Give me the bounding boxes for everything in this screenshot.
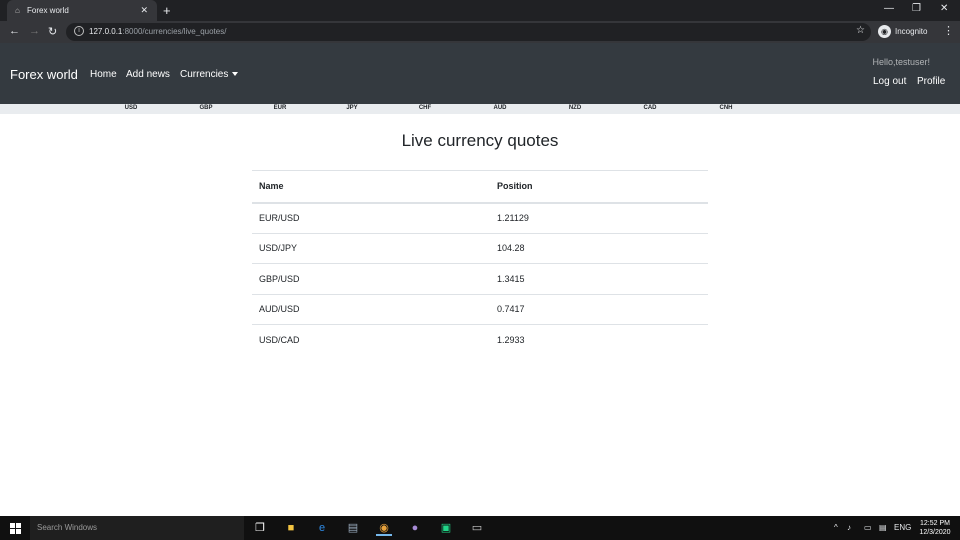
taskbar-search-placeholder: Search Windows [37, 523, 98, 532]
currency-nzd[interactable]: NZD [569, 105, 581, 111]
pair-position: 1.21129 [490, 202, 708, 234]
quotes-table: Name Position EUR/USD 1.21129 USD/JPY 10… [252, 170, 708, 355]
internet-explorer-icon[interactable]: e [314, 520, 330, 536]
page-favicon-icon: ⌂ [15, 6, 20, 15]
address-url[interactable]: 127.0.0.1:8000/currencies/live_quotes/ [89, 27, 226, 36]
incognito-icon: ◉ [878, 25, 891, 38]
nav-home[interactable]: Home [90, 69, 117, 80]
notepad-icon[interactable]: ▤ [345, 520, 361, 536]
currency-eur[interactable]: EUR [274, 105, 287, 111]
browser-titlebar: ⌂ Forex world ✕ + — ❐ ✕ [0, 0, 960, 21]
column-header-name: Name [252, 170, 490, 204]
taskbar-search[interactable]: Search Windows [30, 516, 244, 540]
pair-position: 1.3415 [490, 263, 708, 295]
new-tab-button[interactable]: + [163, 3, 171, 18]
tab-close-icon[interactable]: ✕ [140, 5, 148, 16]
task-view-icon[interactable]: ❐ [252, 520, 268, 536]
taskbar-clock[interactable]: 12:52 PM 12/3/2020 [914, 519, 956, 537]
table-row: EUR/USD 1.21129 [252, 202, 708, 234]
page-title: Live currency quotes [401, 131, 559, 150]
logout-link[interactable]: Log out [873, 76, 906, 87]
pair-position: 104.28 [490, 233, 708, 264]
notification-icon[interactable]: ▤ [879, 523, 887, 532]
pair-name: AUD/USD [252, 294, 490, 325]
url-host: 127.0.0.1 [89, 27, 123, 36]
site-info-icon[interactable]: i [74, 26, 84, 36]
bookmark-star-icon[interactable]: ☆ [856, 25, 865, 36]
currency-jpy[interactable]: JPY [346, 105, 357, 111]
windows-taskbar: Search Windows ❐ ■ e ▤ ◉ ● ▣ ▭ ^ ♪ ▭ ▤ E… [0, 516, 960, 540]
file-explorer-icon[interactable]: ■ [283, 520, 299, 536]
nav-add-news[interactable]: Add news [126, 69, 170, 80]
brand-link[interactable]: Forex world [10, 67, 78, 82]
table-row: USD/JPY 104.28 [252, 233, 708, 264]
pair-name: GBP/USD [252, 263, 490, 295]
restore-button[interactable]: ❐ [912, 3, 921, 14]
window-close-button[interactable]: ✕ [940, 3, 948, 14]
table-row: AUD/USD 0.7417 [252, 294, 708, 325]
pair-name: USD/CAD [259, 335, 300, 345]
clock-date: 12/3/2020 [919, 529, 951, 536]
currency-cnh[interactable]: CNH [720, 105, 733, 111]
forward-button[interactable]: → [29, 25, 40, 37]
currency-usd[interactable]: USD [125, 105, 138, 111]
currency-gbp[interactable]: GBP [199, 105, 212, 111]
network-icon[interactable]: ▭ [864, 523, 872, 532]
tray-overflow-icon[interactable]: ^ [834, 523, 838, 532]
currency-cad[interactable]: CAD [644, 105, 657, 111]
volume-icon[interactable]: ♪ [847, 523, 851, 532]
table-header-row: Name Position [252, 170, 708, 204]
reload-button[interactable]: ↻ [48, 25, 57, 38]
windows-start-icon[interactable] [10, 523, 21, 534]
url-path: :8000/currencies/live_quotes/ [122, 27, 227, 36]
nav-currencies-label: Currencies [180, 69, 229, 80]
pair-name: USD/JPY [252, 233, 490, 264]
incognito-label: Incognito [895, 27, 928, 36]
nav-currencies-dropdown[interactable]: Currencies [180, 69, 239, 80]
currency-chf[interactable]: CHF [419, 105, 431, 111]
github-desktop-icon[interactable]: ● [407, 520, 423, 536]
currency-strip: USD GBP EUR JPY CHF AUD NZD CAD CNH [0, 104, 960, 114]
pair-name: EUR/USD [252, 202, 490, 234]
chevron-down-icon [232, 72, 239, 77]
address-bar[interactable]: i 127.0.0.1:8000/currencies/live_quotes/… [66, 23, 871, 41]
pair-position: 0.7417 [490, 294, 708, 325]
clock-time: 12:52 PM [920, 520, 950, 527]
pycharm-icon[interactable]: ▣ [438, 520, 454, 536]
column-header-position: Position [490, 170, 708, 204]
chrome-icon[interactable]: ◉ [376, 520, 392, 536]
minimize-button[interactable]: — [884, 3, 894, 14]
tab-title: Forex world [27, 6, 69, 15]
profile-link[interactable]: Profile [917, 76, 945, 87]
back-button[interactable]: ← [9, 25, 20, 37]
browser-tab[interactable]: ⌂ Forex world ✕ [7, 0, 157, 21]
browser-toolbar: ← → ↻ i 127.0.0.1:8000/currencies/live_q… [0, 21, 960, 43]
site-navbar: Forex world Home Add news Currencies Hel… [0, 43, 960, 104]
language-indicator[interactable]: ENG [894, 523, 911, 532]
table-row: USD/CAD 1.2933 [252, 325, 708, 356]
browser-menu-icon[interactable]: ⋮ [943, 24, 954, 37]
currency-aud[interactable]: AUD [494, 105, 507, 111]
table-row: GBP/USD 1.3415 [252, 263, 708, 295]
pair-position: 1.2933 [497, 335, 525, 345]
user-greeting: Hello,testuser! [872, 57, 930, 67]
terminal-icon[interactable]: ▭ [469, 520, 485, 536]
